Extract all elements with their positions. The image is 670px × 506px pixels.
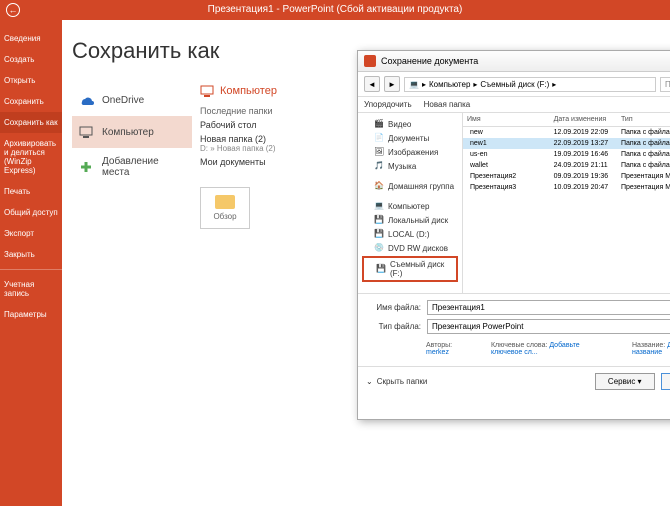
sidebar-item-print[interactable]: Печать [0, 181, 62, 202]
tree-item[interactable]: 🖼Изображения [362, 145, 458, 159]
powerpoint-icon [364, 55, 376, 67]
tree-item[interactable]: 🎬Видео [362, 117, 458, 131]
location-computer[interactable]: Компьютер [72, 116, 192, 148]
chevron-down-icon: ⌄ [366, 377, 373, 386]
col-type[interactable]: Тип [621, 116, 670, 123]
tree-item[interactable]: 📄Документы [362, 131, 458, 145]
sidebar-item-new[interactable]: Создать [0, 49, 62, 70]
file-row[interactable]: new12.09.2019 22:09Папка с файлами [463, 127, 670, 138]
location-addplace[interactable]: Добавление места [72, 148, 192, 186]
filename-input[interactable]: Презентация1 [427, 300, 670, 315]
sidebar-item-archive[interactable]: Архивировать и делиться (WinZip Express) [0, 133, 62, 181]
nav-fwd-button[interactable]: ► [384, 76, 400, 92]
file-row[interactable]: wallet24.09.2019 21:11Папка с файлами [463, 160, 670, 171]
recent-folder[interactable]: Новая папка (2) D: » Новая папка (2) [200, 132, 310, 155]
sidebar-item-export[interactable]: Экспорт [0, 223, 62, 244]
file-list: Имя Дата изменения Тип Размер new12.09.2… [463, 113, 670, 293]
newfolder-button[interactable]: Новая папка [424, 100, 471, 109]
tree-item[interactable]: 🎵Музыка [362, 159, 458, 173]
tree-item[interactable]: 💻Компьютер [362, 199, 458, 213]
sidebar-item-saveas[interactable]: Сохранить как [0, 112, 62, 133]
app-titlebar: ← Презентация1 - PowerPoint (Сбой актива… [0, 0, 670, 20]
hide-folders-toggle[interactable]: ⌄ Скрыть папки [366, 377, 427, 386]
computer-icon: 💻 [409, 80, 419, 89]
tree-item[interactable]: 🏠Домашняя группа [362, 179, 458, 193]
sidebar-item-account[interactable]: Учетная запись [0, 269, 62, 304]
sidebar-item-open[interactable]: Открыть [0, 70, 62, 91]
tree-item[interactable]: 💾LOCAL (D:) [362, 227, 458, 241]
breadcrumb[interactable]: 💻 ▸Компьютер ▸Съемный диск (F:)▸ [404, 77, 656, 92]
tools-button[interactable]: Сервис ▾ [595, 373, 655, 390]
open-button[interactable]: Открыть [661, 373, 670, 390]
authors-link[interactable]: merkez [426, 349, 449, 356]
tree-item[interactable]: 💾Локальный диск [362, 213, 458, 227]
plus-icon [78, 159, 94, 175]
filename-label: Имя файла: [366, 303, 421, 312]
folder-tree: 🎬Видео 📄Документы 🖼Изображения 🎵Музыка 🏠… [358, 113, 463, 293]
search-input[interactable]: Поиск: Съем [660, 77, 670, 92]
save-dialog: Сохранение документа ◄ ► 💻 ▸Компьютер ▸С… [357, 50, 670, 420]
tree-item-removable[interactable]: 💾Съемный диск (F:) [362, 256, 458, 282]
location-onedrive[interactable]: OneDrive [72, 84, 192, 116]
file-row[interactable]: us-en19.09.2019 16:46Папка с файлами [463, 149, 670, 160]
folder-icon [215, 195, 235, 209]
sidebar-item-close[interactable]: Закрыть [0, 244, 62, 265]
col-date[interactable]: Дата изменения [554, 116, 621, 123]
sidebar-item-info[interactable]: Сведения [0, 28, 62, 49]
computer-icon [78, 124, 94, 140]
filetype-select[interactable]: Презентация PowerPoint [427, 319, 670, 334]
recent-label: Последние папки [200, 106, 310, 116]
sidebar-item-save[interactable]: Сохранить [0, 91, 62, 112]
sidebar-item-share[interactable]: Общий доступ [0, 202, 62, 223]
browse-button[interactable]: Обзор [200, 187, 250, 229]
tree-item[interactable]: 💿DVD RW дисков [362, 241, 458, 255]
cloud-icon [78, 92, 94, 108]
file-row[interactable]: Презентация209.09.2019 19:36Презентация … [463, 171, 670, 182]
sidebar-item-options[interactable]: Параметры [0, 304, 62, 325]
recent-folder[interactable]: Мои документы [200, 155, 310, 169]
filetype-label: Тип файла: [366, 322, 421, 331]
recent-folder[interactable]: Рабочий стол [200, 118, 310, 132]
detail-heading: Компьютер [200, 84, 310, 98]
file-row[interactable]: new122.09.2019 13:27Папка с файлами [463, 138, 670, 149]
dialog-titlebar: Сохранение документа [358, 51, 670, 72]
title-text: Презентация1 - PowerPoint (Сбой активаци… [208, 4, 463, 15]
organize-button[interactable]: Упорядочить [364, 100, 412, 109]
computer-icon [200, 84, 214, 98]
col-name[interactable]: Имя [467, 116, 554, 123]
nav-back-button[interactable]: ◄ [364, 76, 380, 92]
file-row[interactable]: Презентация310.09.2019 20:47Презентация … [463, 182, 670, 193]
backstage-sidebar: Сведения Создать Открыть Сохранить Сохра… [0, 20, 62, 506]
back-icon[interactable]: ← [6, 3, 20, 17]
